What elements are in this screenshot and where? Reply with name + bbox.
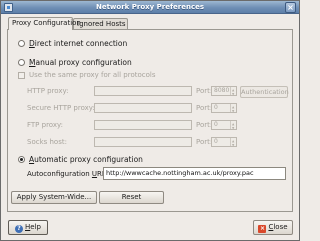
automatic-proxy-label: Automatic proxy configuration xyxy=(29,155,143,164)
proxy-configuration-panel: Direct internet connection Manual proxy … xyxy=(7,29,293,212)
apply-system-wide-button[interactable]: Apply System-Wide... xyxy=(11,191,97,204)
ftp-proxy-label: FTP proxy: xyxy=(27,121,63,129)
secure-http-proxy-input[interactable] xyxy=(94,103,192,113)
direct-connection-label: Direct internet connection xyxy=(29,39,128,48)
same-proxy-label: Use the same proxy for all protocols xyxy=(29,71,156,79)
http-proxy-label: HTTP proxy: xyxy=(27,87,69,95)
autoconfiguration-url-input[interactable]: http://wwwcache.nottingham.ac.uk/proxy.p… xyxy=(103,167,286,180)
tab-ignored-hosts[interactable]: Ignored Hosts xyxy=(73,18,128,29)
ftp-port-spinner[interactable]: 0 xyxy=(211,120,237,132)
help-button[interactable]: ? Help xyxy=(8,220,48,235)
socks-port-spinner[interactable]: 0 xyxy=(211,137,237,149)
ftp-port-value: 0 xyxy=(214,121,218,128)
http-port-value: 8080 xyxy=(214,87,230,94)
window-title: Network Proxy Preferences xyxy=(95,3,205,11)
ftp-port-label: Port: xyxy=(196,121,213,129)
same-proxy-checkbox[interactable] xyxy=(18,72,25,79)
window-close-icon[interactable]: × xyxy=(285,2,296,13)
autoconfiguration-url-label: Autoconfiguration URL: xyxy=(27,170,108,178)
tab-proxy-configuration[interactable]: Proxy Configuration xyxy=(8,17,81,30)
close-button[interactable]: × Close xyxy=(253,220,293,235)
http-port-spinner[interactable]: 8080 xyxy=(211,86,237,98)
http-port-label: Port: xyxy=(196,87,213,95)
socks-host-label: Socks host: xyxy=(27,138,67,146)
secure-http-port-value: 0 xyxy=(214,104,218,111)
help-icon: ? xyxy=(15,225,24,233)
close-icon: × xyxy=(258,225,267,233)
secure-http-port-spinner[interactable]: 0 xyxy=(211,103,237,115)
socks-port-value: 0 xyxy=(214,138,218,145)
automatic-proxy-radio[interactable] xyxy=(18,156,25,163)
manual-proxy-radio[interactable] xyxy=(18,59,25,66)
secure-http-proxy-label: Secure HTTP proxy: xyxy=(27,104,95,112)
authentication-button[interactable]: Authentication xyxy=(240,86,289,98)
direct-connection-radio[interactable] xyxy=(18,40,25,47)
manual-proxy-label: Manual proxy configuration xyxy=(29,58,132,67)
ftp-proxy-input[interactable] xyxy=(94,120,192,130)
title-bar[interactable]: Network Proxy Preferences × xyxy=(1,1,299,14)
reset-button[interactable]: Reset xyxy=(99,191,164,204)
http-proxy-input[interactable] xyxy=(94,86,192,96)
secure-http-port-label: Port: xyxy=(196,104,213,112)
socks-port-label: Port: xyxy=(196,138,213,146)
socks-host-input[interactable] xyxy=(94,137,192,147)
preferences-window: Network Proxy Preferences × Proxy Config… xyxy=(0,0,300,241)
